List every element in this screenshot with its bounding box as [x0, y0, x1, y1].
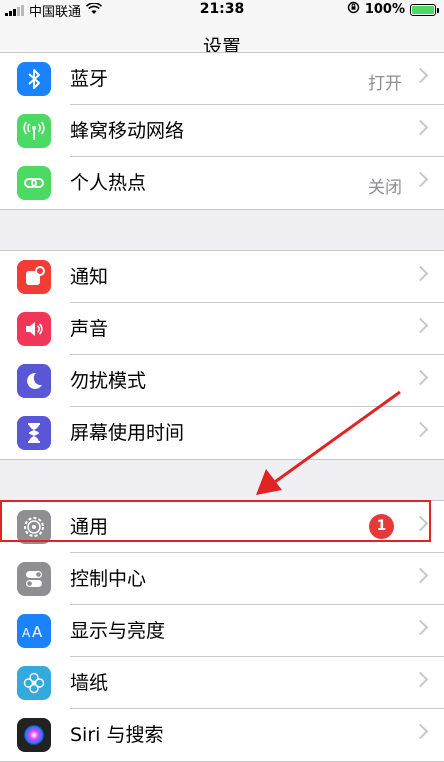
arrow-annotation-icon	[256, 390, 401, 495]
